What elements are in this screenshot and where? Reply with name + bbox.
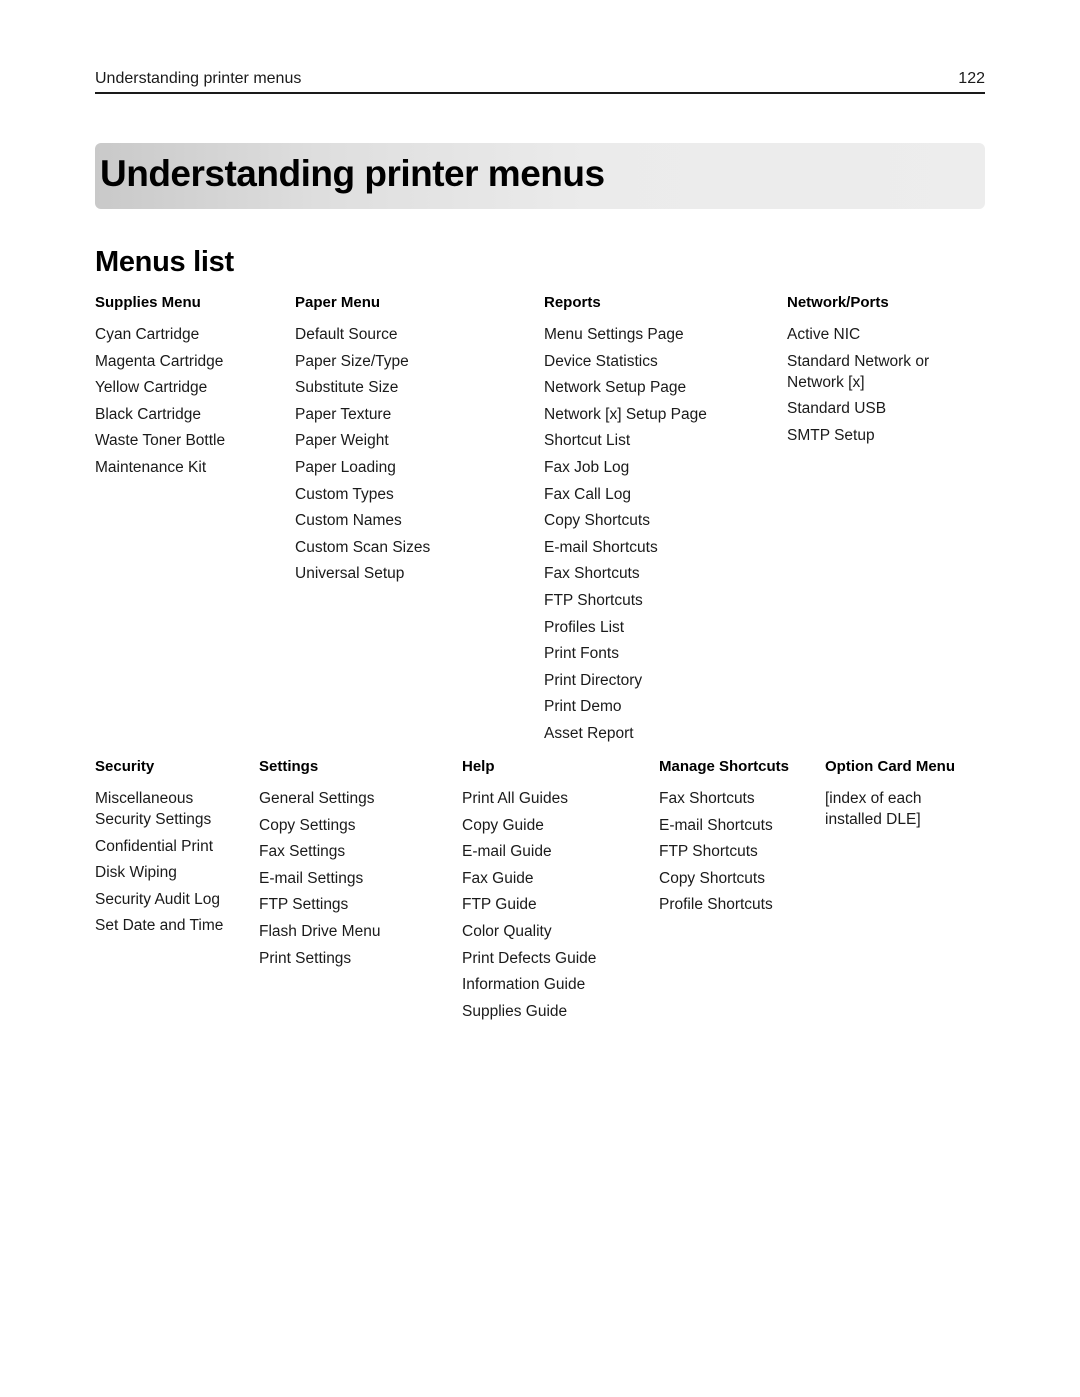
menu-item: Fax Shortcuts xyxy=(544,565,640,583)
menu-item: Custom Scan Sizes xyxy=(295,538,431,556)
menu-list: Active NIC Standard Network or Network [x… xyxy=(787,324,947,446)
menu-column-supplies: Supplies Menu Cyan Cartridge Magenta Cart… xyxy=(95,294,285,484)
menu-item: Fax Guide xyxy=(462,869,534,887)
menu-item: Yellow Cartridge xyxy=(95,379,208,397)
menu-item: Paper Texture xyxy=(295,405,392,423)
menu-item: E-mail Shortcuts xyxy=(544,538,658,556)
menu-column-security: Security Miscellaneous Security Settings… xyxy=(95,758,245,942)
menu-item: Fax Settings xyxy=(259,843,346,861)
page-number: 122 xyxy=(958,70,985,87)
menu-item: E-mail Shortcuts xyxy=(659,816,773,834)
menu-item: Black Cartridge xyxy=(95,405,201,423)
menu-list: Fax Shortcuts E-mail Shortcuts FTP Shortcu… xyxy=(659,788,819,915)
menu-item: Print Fonts xyxy=(544,645,619,663)
menu-item: Cyan Cartridge xyxy=(95,326,200,343)
menu-item: Fax Shortcuts xyxy=(659,790,755,807)
menu-item: Maintenance Kit xyxy=(95,458,207,476)
menu-item: Print Demo xyxy=(544,698,622,716)
menu-column-option-card: Option Card Menu [index of each installe… xyxy=(825,758,955,836)
menu-item: Active NIC xyxy=(787,326,861,343)
menu-column-manage-shortcuts: Manage Shortcuts Fax Shortcuts E-mail Sho… xyxy=(659,758,819,921)
chapter-title: Understanding printer menus xyxy=(100,153,605,194)
menu-item: Paper Size/Type xyxy=(295,352,409,370)
menu-item: Fax Call Log xyxy=(544,485,632,503)
menu-list: Default Source Paper Size/Type Substitute … xyxy=(295,324,535,584)
menu-item: [index of each installed DLE] xyxy=(825,790,922,828)
menu-heading: Supplies Menu xyxy=(95,294,201,311)
menu-item: Flash Drive Menu xyxy=(259,922,381,940)
menu-item: Asset Report xyxy=(544,724,634,742)
running-header: Understanding printer menus 122 xyxy=(95,68,985,94)
menu-item: Standard USB xyxy=(787,400,887,418)
menu-list: General Settings Copy Settings Fax Setting… xyxy=(259,788,449,969)
menu-item: Confidential Print xyxy=(95,837,214,855)
menu-item: FTP Guide xyxy=(462,896,537,914)
menu-item: Substitute Size xyxy=(295,379,399,397)
menu-item: Waste Toner Bottle xyxy=(95,432,226,450)
menu-item: Copy Shortcuts xyxy=(544,512,650,530)
menu-item: FTP Shortcuts xyxy=(544,591,643,609)
menu-item: Custom Types xyxy=(295,485,394,503)
menu-heading: Paper Menu xyxy=(295,294,381,311)
menu-item: Disk Wiping xyxy=(95,864,177,882)
section-title: Menus list xyxy=(95,246,234,278)
menu-heading: Manage Shortcuts xyxy=(659,758,790,775)
menu-item: Copy Settings xyxy=(259,816,356,834)
menu-item: Print Defects Guide xyxy=(462,949,597,967)
menu-item: Information Guide xyxy=(462,976,586,994)
menu-item: Set Date and Time xyxy=(95,917,224,935)
menu-item: Print All Guides xyxy=(462,790,568,807)
menu-item: Copy Shortcuts xyxy=(659,869,765,887)
menu-heading: Option Card Menu xyxy=(825,758,955,775)
menu-item: Profiles List xyxy=(544,618,625,636)
menu-list: Print All Guides Copy Guide E-mail Guide Fa… xyxy=(462,788,652,1022)
menu-item: General Settings xyxy=(259,790,375,807)
menu-item: Paper Weight xyxy=(295,432,389,450)
menu-column-network-ports: Network/Ports Active NIC Standard Network… xyxy=(787,294,947,451)
menu-item: Default Source xyxy=(295,326,398,343)
menu-item: Print Settings xyxy=(259,949,352,967)
menu-item: Magenta Cartridge xyxy=(95,352,224,370)
menu-column-settings: Settings General Settings Copy Settings Fa… xyxy=(259,758,449,974)
menu-item: Copy Guide xyxy=(462,816,544,834)
menu-heading: Network/Ports xyxy=(787,294,889,311)
menu-item: E-mail Guide xyxy=(462,843,552,861)
menu-item: FTP Settings xyxy=(259,896,349,914)
running-title: Understanding printer menus xyxy=(95,70,302,87)
menu-item: Universal Setup xyxy=(295,565,405,583)
menu-item: Security Audit Log xyxy=(95,890,220,908)
menu-item: Color Quality xyxy=(462,922,552,940)
menu-column-paper: Paper Menu Default Source Paper Size/Type… xyxy=(295,294,535,590)
menu-item: Shortcut List xyxy=(544,432,631,450)
menu-list: Cyan Cartridge Magenta Cartridge Yellow Ca… xyxy=(95,324,285,478)
menu-list: Miscellaneous Security Settings Confident… xyxy=(95,788,245,936)
menu-item: Profile Shortcuts xyxy=(659,896,773,914)
menu-heading: Settings xyxy=(259,758,319,775)
menu-list: [index of each installed DLE] xyxy=(825,788,955,830)
menu-item: Supplies Guide xyxy=(462,1002,568,1020)
chapter-banner: Understanding printer menus xyxy=(95,143,985,209)
menu-column-help: Help Print All Guides Copy Guide E-mail Gu… xyxy=(462,758,652,1027)
menu-column-reports: Reports Menu Settings Page Device Statist… xyxy=(544,294,779,750)
menu-item: Device Statistics xyxy=(544,352,658,370)
menu-heading: Help xyxy=(462,758,495,775)
menu-item: FTP Shortcuts xyxy=(659,843,758,861)
menu-item: Network Setup Page xyxy=(544,379,687,397)
menu-list: Menu Settings Page Device Statistics Netwo… xyxy=(544,324,779,744)
menu-item: SMTP Setup xyxy=(787,426,875,444)
menu-heading: Security xyxy=(95,758,155,775)
menu-item: E-mail Settings xyxy=(259,869,364,887)
menu-heading: Reports xyxy=(544,294,601,311)
menu-item: Custom Names xyxy=(295,512,402,530)
menu-item: Miscellaneous Security Settings xyxy=(95,790,212,828)
menu-item: Menu Settings Page xyxy=(544,326,684,343)
menu-item: Print Directory xyxy=(544,671,643,689)
menu-item: Network [x] Setup Page xyxy=(544,405,707,423)
menu-item: Standard Network or Network [x] xyxy=(787,352,930,391)
menu-item: Paper Loading xyxy=(295,458,396,476)
menu-item: Fax Job Log xyxy=(544,458,630,476)
